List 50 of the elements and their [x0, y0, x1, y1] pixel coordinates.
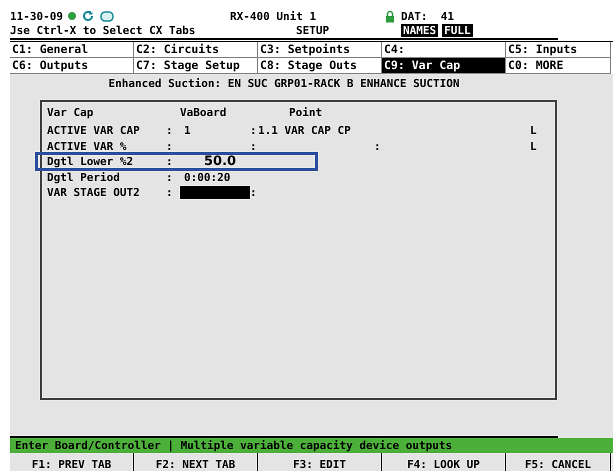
separator-text: : [374, 140, 381, 153]
separator-text: : [166, 187, 174, 198]
input-cursor[interactable] [180, 186, 250, 200]
separator-text: : [166, 125, 174, 136]
function-key-button[interactable]: F3: EDIT [258, 453, 382, 471]
separator-text: : [166, 156, 174, 168]
dat-text: DAT: 41 [401, 10, 454, 22]
status-bar: Enter Board/Controller | Multiple variable capacity device outputs [10, 438, 613, 453]
separator-text: : [250, 125, 258, 136]
tab[interactable]: C3: Setpoints [258, 42, 382, 58]
field-label: Dgtl Period [47, 172, 121, 183]
separator-text: : [250, 187, 258, 198]
board-value[interactable]: 50.0 [204, 155, 236, 168]
field-label: Dgtl Lower %2 [47, 156, 134, 168]
lock-icon [385, 10, 395, 22]
column-header: Point [289, 107, 322, 121]
tab[interactable]: C6: Outputs [10, 58, 134, 74]
field-label: VAR STAGE OUT2 [47, 187, 141, 198]
separator-text: : [166, 140, 174, 152]
tab[interactable]: C1: General [10, 42, 134, 58]
tab[interactable]: C0: MORE [506, 58, 611, 74]
tab[interactable]: C8: Stage Outs [258, 58, 382, 74]
date-text: 11-30-09 [10, 10, 64, 22]
unit-title: RX-400 Unit 1 [230, 10, 318, 22]
tab[interactable]: C4: [382, 42, 506, 58]
field-label: ACTIVE VAR % [47, 140, 128, 152]
field-label: ACTIVE VAR CAP [47, 125, 141, 136]
point-value: 1.1 VAR CAP CP [258, 124, 351, 138]
board-value[interactable]: 1 [184, 125, 191, 136]
separator-text: : [250, 140, 258, 152]
mode-badge: NAMES [401, 24, 438, 36]
function-key-button[interactable]: F5: CANCEL [506, 453, 611, 471]
board-value[interactable]: 0:00:20 [184, 172, 230, 183]
separator-text: : [166, 172, 174, 183]
tab[interactable]: C9: Var Cap [382, 58, 506, 74]
function-key-button[interactable]: F4: LOOK UP [382, 453, 506, 471]
tab[interactable]: C5: Inputs [506, 42, 611, 58]
hint-text: Jse Ctrl-X to Select CX Tabs [10, 24, 196, 36]
column-header: VaBoard [180, 107, 228, 121]
tab[interactable]: C7: Stage Setup [134, 58, 258, 74]
tab[interactable]: C2: Circuits [134, 42, 258, 58]
function-key-button[interactable]: F2: NEXT TAB [134, 453, 258, 471]
column-header: Var Cap [47, 107, 94, 121]
flag-text: L [530, 125, 537, 136]
mode-badge: FULL [442, 24, 473, 36]
mode-text: SETUP [296, 24, 330, 36]
screen-title: Enhanced Suction: EN SUC GRP01-RACK B ENHANCE SUCTION [108, 76, 460, 92]
refresh-icon [82, 10, 94, 22]
function-key-button[interactable]: F1: PREV TAB [10, 453, 134, 471]
flag-text: L [530, 140, 537, 152]
